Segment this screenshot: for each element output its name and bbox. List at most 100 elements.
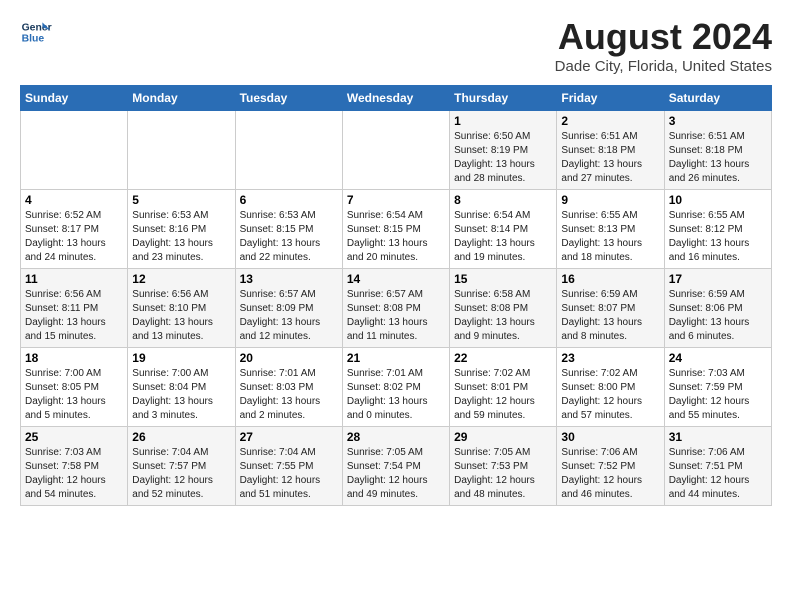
day-info: Sunrise: 6:53 AM Sunset: 8:16 PM Dayligh… [132, 209, 230, 265]
calendar-cell: 14 Sunrise: 6:57 AM Sunset: 8:08 PM Dayli… [342, 269, 449, 348]
day-of-week-header: Tuesday [235, 86, 342, 111]
day-of-week-header: Thursday [450, 86, 557, 111]
calendar-cell: 1Sunrise: 6:50 AM Sunset: 8:19 PM Daylig… [450, 111, 557, 190]
day-of-week-header: Monday [128, 86, 235, 111]
calendar-cell: 9 Sunrise: 6:55 AM Sunset: 8:13 PM Daylig… [557, 190, 664, 269]
day-number: 16 [561, 272, 659, 286]
day-number: 5 [132, 193, 230, 207]
calendar-cell: 23 Sunrise: 7:02 AM Sunset: 8:00 PM Dayli… [557, 348, 664, 427]
day-number: 18 [25, 351, 123, 365]
day-info: Sunrise: 6:59 AM Sunset: 8:07 PM Dayligh… [561, 288, 659, 344]
day-of-week-header: Sunday [21, 86, 128, 111]
day-info: Sunrise: 7:01 AM Sunset: 8:02 PM Dayligh… [347, 367, 445, 423]
day-number: 13 [240, 272, 338, 286]
calendar-cell: 3 Sunrise: 6:51 AM Sunset: 8:18 PM Daylig… [664, 111, 771, 190]
day-of-week-header: Saturday [664, 86, 771, 111]
logo: General Blue [20, 16, 52, 48]
calendar-week-row: 4 Sunrise: 6:52 AM Sunset: 8:17 PM Daylig… [21, 190, 772, 269]
day-number: 30 [561, 430, 659, 444]
day-number: 22 [454, 351, 552, 365]
calendar-cell: 6Sunrise: 6:53 AM Sunset: 8:15 PM Daylig… [235, 190, 342, 269]
day-number: 25 [25, 430, 123, 444]
location: Dade City, Florida, United States [555, 58, 772, 75]
calendar-cell: 18Sunrise: 7:00 AM Sunset: 8:05 PM Dayli… [21, 348, 128, 427]
day-info: Sunrise: 6:57 AM Sunset: 8:09 PM Dayligh… [240, 288, 338, 344]
day-info: Sunrise: 7:02 AM Sunset: 8:00 PM Dayligh… [561, 367, 659, 423]
day-info: Sunrise: 6:58 AM Sunset: 8:08 PM Dayligh… [454, 288, 552, 344]
day-info: Sunrise: 7:00 AM Sunset: 8:04 PM Dayligh… [132, 367, 230, 423]
calendar-cell: 2Sunrise: 6:51 AM Sunset: 8:18 PM Daylig… [557, 111, 664, 190]
day-info: Sunrise: 7:02 AM Sunset: 8:01 PM Dayligh… [454, 367, 552, 423]
calendar-cell: 31 Sunrise: 7:06 AM Sunset: 7:51 PM Dayli… [664, 427, 771, 506]
day-info: Sunrise: 7:04 AM Sunset: 7:57 PM Dayligh… [132, 446, 230, 502]
calendar-cell: 28 Sunrise: 7:05 AM Sunset: 7:54 PM Dayli… [342, 427, 449, 506]
svg-text:Blue: Blue [22, 34, 45, 45]
calendar-cell: 24 Sunrise: 7:03 AM Sunset: 7:59 PM Dayli… [664, 348, 771, 427]
day-info: Sunrise: 7:03 AM Sunset: 7:58 PM Dayligh… [25, 446, 123, 502]
day-info: Sunrise: 6:56 AM Sunset: 8:11 PM Dayligh… [25, 288, 123, 344]
day-number: 23 [561, 351, 659, 365]
day-info: Sunrise: 7:06 AM Sunset: 7:52 PM Dayligh… [561, 446, 659, 502]
day-info: Sunrise: 7:03 AM Sunset: 7:59 PM Dayligh… [669, 367, 767, 423]
calendar-cell: 22 Sunrise: 7:02 AM Sunset: 8:01 PM Dayli… [450, 348, 557, 427]
day-number: 7 [347, 193, 445, 207]
day-number: 15 [454, 272, 552, 286]
calendar-cell: 27 Sunrise: 7:04 AM Sunset: 7:55 PM Dayli… [235, 427, 342, 506]
calendar-cell: 19 Sunrise: 7:00 AM Sunset: 8:04 PM Dayli… [128, 348, 235, 427]
calendar-cell: 30 Sunrise: 7:06 AM Sunset: 7:52 PM Dayli… [557, 427, 664, 506]
calendar-cell: 16 Sunrise: 6:59 AM Sunset: 8:07 PM Dayli… [557, 269, 664, 348]
day-number: 9 [561, 193, 659, 207]
day-info: Sunrise: 6:55 AM Sunset: 8:13 PM Dayligh… [561, 209, 659, 265]
day-info: Sunrise: 6:59 AM Sunset: 8:06 PM Dayligh… [669, 288, 767, 344]
day-info: Sunrise: 7:06 AM Sunset: 7:51 PM Dayligh… [669, 446, 767, 502]
day-number: 20 [240, 351, 338, 365]
calendar-cell [128, 111, 235, 190]
day-info: Sunrise: 6:51 AM Sunset: 8:18 PM Dayligh… [669, 130, 767, 186]
calendar-cell: 25 Sunrise: 7:03 AM Sunset: 7:58 PM Dayli… [21, 427, 128, 506]
calendar-cell: 29Sunrise: 7:05 AM Sunset: 7:53 PM Dayli… [450, 427, 557, 506]
logo-icon: General Blue [20, 16, 52, 48]
calendar-cell: 4 Sunrise: 6:52 AM Sunset: 8:17 PM Daylig… [21, 190, 128, 269]
calendar-cell [342, 111, 449, 190]
calendar-week-row: 1Sunrise: 6:50 AM Sunset: 8:19 PM Daylig… [21, 111, 772, 190]
day-number: 26 [132, 430, 230, 444]
day-info: Sunrise: 6:57 AM Sunset: 8:08 PM Dayligh… [347, 288, 445, 344]
day-info: Sunrise: 6:54 AM Sunset: 8:14 PM Dayligh… [454, 209, 552, 265]
calendar-cell: 12Sunrise: 6:56 AM Sunset: 8:10 PM Dayli… [128, 269, 235, 348]
day-info: Sunrise: 6:52 AM Sunset: 8:17 PM Dayligh… [25, 209, 123, 265]
calendar-cell [235, 111, 342, 190]
day-info: Sunrise: 6:54 AM Sunset: 8:15 PM Dayligh… [347, 209, 445, 265]
calendar-cell: 17 Sunrise: 6:59 AM Sunset: 8:06 PM Dayli… [664, 269, 771, 348]
day-of-week-header: Wednesday [342, 86, 449, 111]
day-number: 11 [25, 272, 123, 286]
day-info: Sunrise: 6:51 AM Sunset: 8:18 PM Dayligh… [561, 130, 659, 186]
page-header: General Blue August 2024 Dade City, Flor… [20, 16, 772, 75]
month-year: August 2024 [555, 16, 772, 58]
calendar-cell: 26 Sunrise: 7:04 AM Sunset: 7:57 PM Dayli… [128, 427, 235, 506]
calendar-table: SundayMondayTuesdayWednesdayThursdayFrid… [20, 85, 772, 506]
day-number: 14 [347, 272, 445, 286]
day-number: 17 [669, 272, 767, 286]
calendar-cell: 10Sunrise: 6:55 AM Sunset: 8:12 PM Dayli… [664, 190, 771, 269]
day-number: 10 [669, 193, 767, 207]
day-number: 28 [347, 430, 445, 444]
day-info: Sunrise: 7:04 AM Sunset: 7:55 PM Dayligh… [240, 446, 338, 502]
day-number: 4 [25, 193, 123, 207]
day-number: 19 [132, 351, 230, 365]
day-of-week-header: Friday [557, 86, 664, 111]
day-number: 21 [347, 351, 445, 365]
day-number: 27 [240, 430, 338, 444]
day-info: Sunrise: 7:05 AM Sunset: 7:54 PM Dayligh… [347, 446, 445, 502]
calendar-cell: 11 Sunrise: 6:56 AM Sunset: 8:11 PM Dayli… [21, 269, 128, 348]
calendar-week-row: 11 Sunrise: 6:56 AM Sunset: 8:11 PM Dayli… [21, 269, 772, 348]
day-number: 31 [669, 430, 767, 444]
day-number: 3 [669, 114, 767, 128]
day-info: Sunrise: 6:50 AM Sunset: 8:19 PM Dayligh… [454, 130, 552, 186]
day-number: 24 [669, 351, 767, 365]
calendar-cell: 20Sunrise: 7:01 AM Sunset: 8:03 PM Dayli… [235, 348, 342, 427]
calendar-cell: 7 Sunrise: 6:54 AM Sunset: 8:15 PM Daylig… [342, 190, 449, 269]
day-info: Sunrise: 7:05 AM Sunset: 7:53 PM Dayligh… [454, 446, 552, 502]
day-number: 8 [454, 193, 552, 207]
calendar-header-row: SundayMondayTuesdayWednesdayThursdayFrid… [21, 86, 772, 111]
calendar-cell: 13 Sunrise: 6:57 AM Sunset: 8:09 PM Dayli… [235, 269, 342, 348]
